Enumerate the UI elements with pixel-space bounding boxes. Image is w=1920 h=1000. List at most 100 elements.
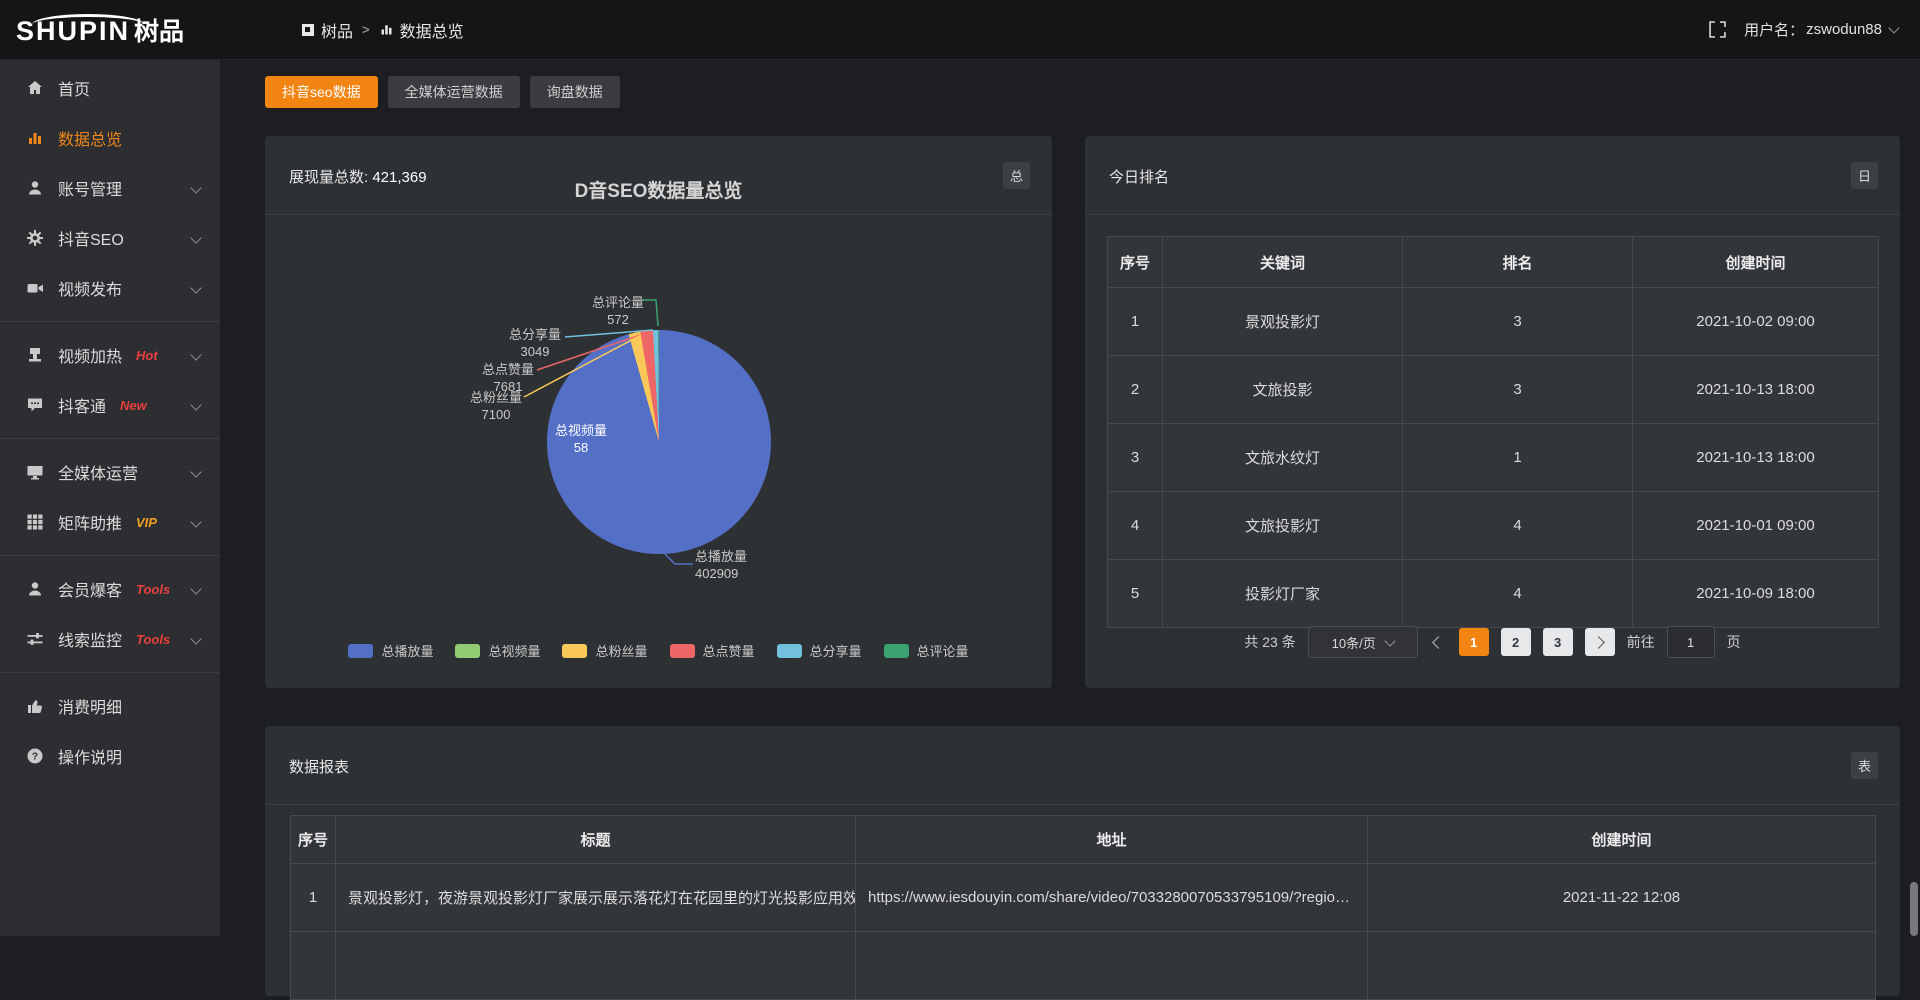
pie-legend: 总播放量 总视频量 总粉丝量 总点赞量 总分享量 总评论量 [265, 641, 1052, 660]
pie-chart-title: D音SEO数据量总览 [265, 176, 1052, 203]
user-menu[interactable]: 用户名：zswodun88 [1744, 19, 1898, 40]
sliders-icon [26, 630, 44, 648]
col-header-keyword: 关键词 [1163, 237, 1403, 288]
goto-label: 前往 [1627, 632, 1655, 652]
video-link[interactable]: https://www.iesdouyin.com/share/video/70… [856, 864, 1368, 932]
sidebar: 首页 数据总览 账号管理 抖音SEO 视频发布 视频加热 Hot 抖客通 New… [0, 59, 220, 936]
sidebar-item-label: 会员爆客 [58, 577, 122, 601]
sidebar-item-video-heat[interactable]: 视频加热 Hot [0, 330, 220, 380]
breadcrumb-separator: > [362, 22, 370, 37]
sidebar-item-video-publish[interactable]: 视频发布 [0, 263, 220, 313]
sidebar-item-label: 抖音SEO [58, 226, 124, 250]
sidebar-item-home[interactable]: 首页 [0, 63, 220, 113]
table-header-row: 序号 标题 地址 创建时间 [291, 816, 1876, 864]
rank-table: 序号 关键词 排名 创建时间 1景观投影灯32021-10-02 09:00 2… [1107, 236, 1879, 628]
thumbs-up-icon [26, 697, 44, 715]
legend-item-shares[interactable]: 总分享量 [777, 641, 862, 660]
question-circle-icon: ? [26, 747, 44, 765]
scrollbar-thumb[interactable] [1910, 882, 1918, 936]
chevron-down-icon [1384, 635, 1395, 646]
new-badge: New [120, 398, 147, 413]
legend-swatch [670, 644, 695, 658]
chevron-down-icon [190, 182, 201, 193]
legend-item-fans[interactable]: 总粉丝量 [562, 641, 647, 660]
pie-label-name: 总视频量 [531, 422, 631, 439]
legend-label: 总粉丝量 [595, 641, 647, 660]
page-button-1[interactable]: 1 [1459, 628, 1489, 656]
sidebar-divider [0, 555, 220, 556]
breadcrumb-current-label: 数据总览 [400, 18, 464, 42]
page-button-3[interactable]: 3 [1543, 628, 1573, 656]
overview-card: 展现量总数: 421,369 总 D音SEO数据量总览 总评论量 572 总分享… [265, 136, 1052, 688]
username: zswodun88 [1806, 21, 1882, 38]
pie-label-comments: 总评论量 572 [568, 294, 668, 328]
report-card-title: 数据报表 [289, 756, 349, 777]
card-divider [1085, 214, 1900, 215]
legend-item-comments[interactable]: 总评论量 [884, 641, 969, 660]
col-header-rank: 排名 [1403, 237, 1633, 288]
sidebar-item-consumption[interactable]: 消费明细 [0, 681, 220, 731]
pie-label-value: 402909 [695, 565, 815, 582]
page-button-2[interactable]: 2 [1501, 628, 1531, 656]
sidebar-item-media-operation[interactable]: 全媒体运营 [0, 447, 220, 497]
chevron-down-icon [190, 633, 201, 644]
legend-swatch [348, 644, 373, 658]
header-right: 用户名：zswodun88 [1709, 19, 1898, 40]
sidebar-item-instructions[interactable]: ? 操作说明 [0, 731, 220, 781]
home-icon [26, 79, 44, 97]
pie-label-name: 总播放量 [695, 548, 815, 565]
tab-douyin-seo-data[interactable]: 抖音seo数据 [265, 76, 378, 108]
day-toggle-button[interactable]: 日 [1851, 162, 1878, 189]
video-camera-icon [26, 279, 44, 297]
svg-text:?: ? [32, 751, 38, 763]
page-size-select[interactable]: 10条/页 [1308, 626, 1418, 658]
prev-page-button[interactable] [1432, 636, 1445, 649]
col-header-no: 序号 [291, 816, 336, 864]
sidebar-item-label: 账号管理 [58, 176, 122, 200]
sidebar-item-label: 矩阵助推 [58, 510, 122, 534]
sidebar-item-member-burst[interactable]: 会员爆客 Tools [0, 564, 220, 614]
pie-label-name: 总粉丝量 [446, 389, 546, 406]
gear-icon [26, 229, 44, 247]
sidebar-item-clue-monitor[interactable]: 线索监控 Tools [0, 614, 220, 664]
sidebar-item-douyin-seo[interactable]: 抖音SEO [0, 213, 220, 263]
sidebar-item-label: 消费明细 [58, 694, 122, 718]
chevron-down-icon [190, 282, 201, 293]
legend-swatch [562, 644, 587, 658]
video-title: 景观投影灯，夜游景观投影灯厂家展示展示落花灯在花园里的灯光投影应用效果 # [336, 864, 856, 932]
sidebar-item-account[interactable]: 账号管理 [0, 163, 220, 213]
sidebar-item-douketong[interactable]: 抖客通 New [0, 380, 220, 430]
hot-badge: Hot [136, 348, 158, 363]
pie-label-name: 总评论量 [568, 294, 668, 311]
bar-chart-icon [26, 129, 44, 147]
legend-swatch [884, 644, 909, 658]
legend-item-videos[interactable]: 总视频量 [455, 641, 540, 660]
table-row: 3文旅水纹灯12021-10-13 18:00 [1108, 424, 1879, 492]
tab-media-operation-data[interactable]: 全媒体运营数据 [388, 76, 520, 108]
legend-item-plays[interactable]: 总播放量 [348, 641, 433, 660]
app-logo: SHUPIN树品 [0, 12, 246, 48]
tab-inquiry-data[interactable]: 询盘数据 [530, 76, 620, 108]
sidebar-item-matrix-boost[interactable]: 矩阵助推 VIP [0, 497, 220, 547]
pie-label-value: 7100 [446, 406, 546, 423]
legend-label: 总分享量 [810, 641, 862, 660]
breadcrumb-current[interactable]: 数据总览 [379, 18, 464, 42]
next-page-button[interactable] [1585, 628, 1615, 656]
col-header-no: 序号 [1108, 237, 1163, 288]
goto-page-input[interactable] [1667, 626, 1715, 658]
sidebar-item-data-overview[interactable]: 数据总览 [0, 113, 220, 163]
pagination: 共 23 条 10条/页 1 2 3 前往 页 [1085, 626, 1900, 658]
legend-item-likes[interactable]: 总点赞量 [670, 641, 755, 660]
breadcrumb-root[interactable]: 树品 [301, 18, 353, 42]
tools-badge: Tools [136, 632, 170, 647]
table-toggle-button[interactable]: 表 [1851, 752, 1878, 779]
sidebar-item-label: 首页 [58, 76, 90, 100]
card-divider [265, 804, 1900, 805]
pie-label-value: 58 [531, 439, 631, 456]
breadcrumb: 树品 > 数据总览 [301, 18, 464, 42]
fullscreen-icon[interactable] [1709, 21, 1726, 38]
username-prefix: 用户名： [1744, 19, 1804, 40]
rank-card-title: 今日排名 [1109, 166, 1169, 187]
pie-label-fans: 总粉丝量 7100 [446, 389, 546, 423]
pie-label-name: 总分享量 [485, 326, 585, 343]
